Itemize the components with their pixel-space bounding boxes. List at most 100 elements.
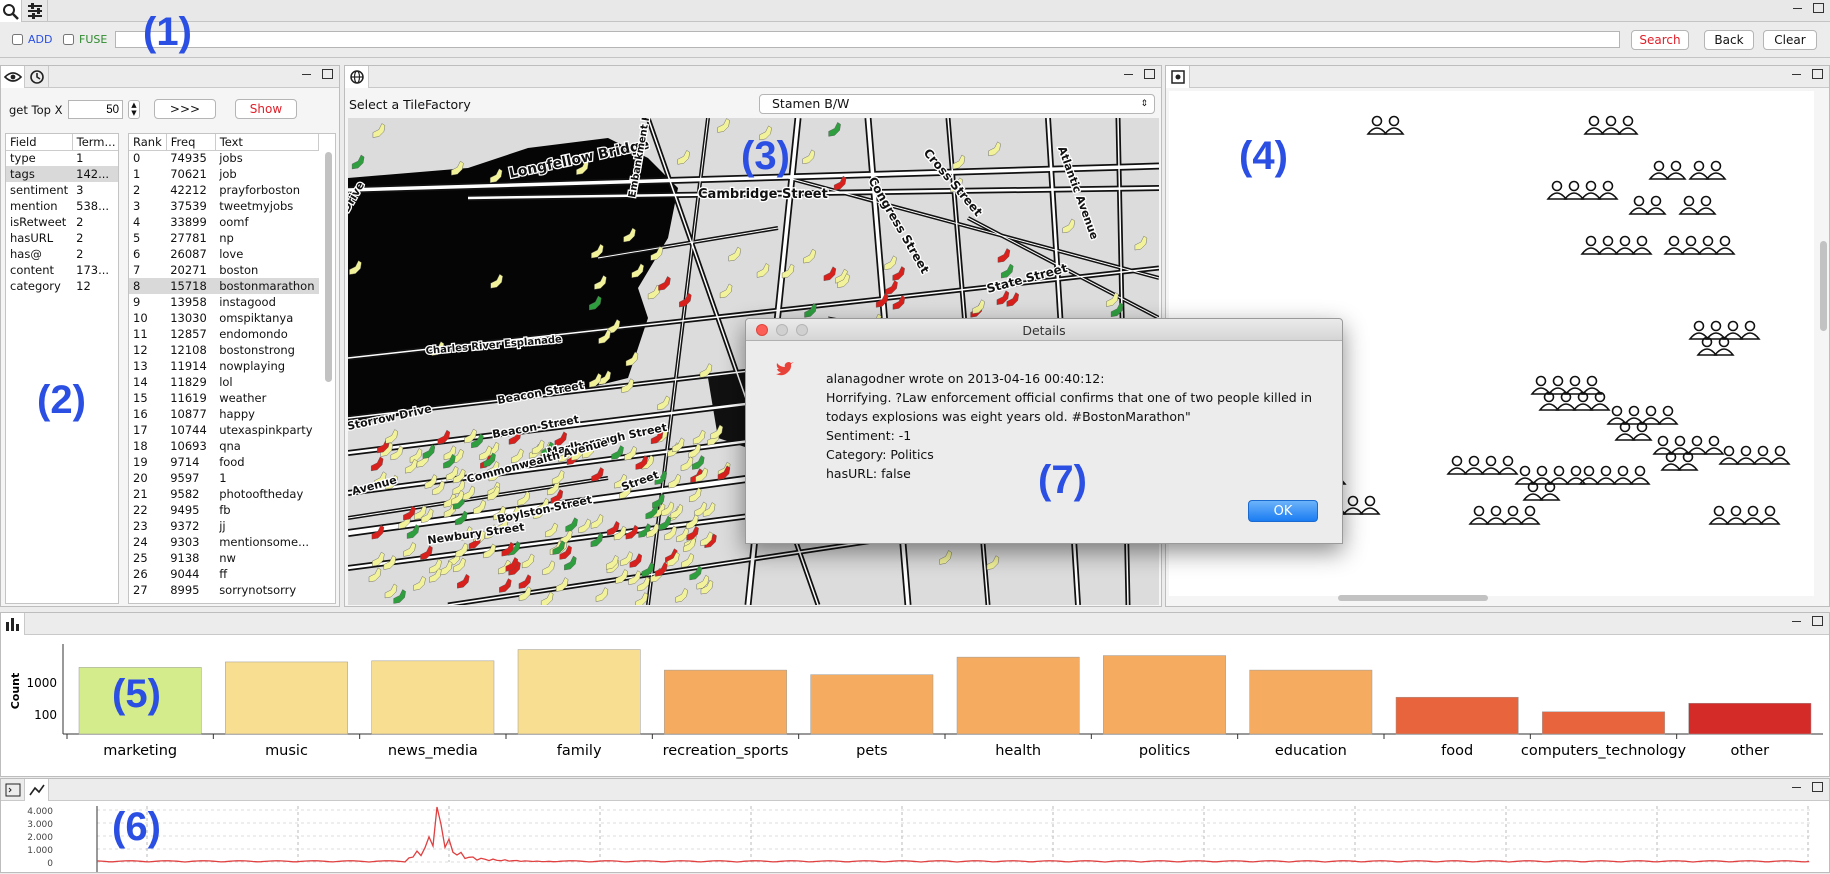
user-node-icon[interactable] — [1686, 435, 1708, 455]
user-node-icon[interactable] — [1563, 180, 1585, 200]
user-node-icon[interactable] — [1614, 235, 1636, 255]
search-input[interactable] — [115, 31, 1620, 48]
user-node-icon[interactable] — [1366, 115, 1388, 135]
user-node-icon[interactable] — [1480, 455, 1502, 475]
table-row[interactable]: tags 142... — [6, 166, 118, 182]
user-node-icon[interactable] — [1652, 435, 1674, 455]
search-button[interactable]: Search — [1631, 30, 1689, 50]
table-row[interactable]: type 1 — [6, 150, 118, 166]
table-row[interactable]: 25 9138 nw — [129, 550, 319, 566]
minimize-icon[interactable] — [1791, 782, 1802, 792]
user-node-icon[interactable] — [1713, 336, 1735, 356]
user-node-icon[interactable] — [1548, 465, 1570, 485]
fuse-checkbox[interactable] — [63, 34, 74, 45]
user-node-icon[interactable] — [1640, 405, 1662, 425]
table-row[interactable]: 1 70621 job — [129, 166, 319, 182]
top-x-stepper[interactable]: ▲ ▼ — [128, 100, 140, 119]
user-node-icon[interactable] — [1623, 405, 1645, 425]
user-node-icon[interactable] — [1722, 320, 1744, 340]
user-node-icon[interactable] — [1485, 505, 1507, 525]
col-header-freq[interactable]: Freq — [166, 134, 216, 151]
category-bar[interactable] — [1688, 702, 1812, 735]
tab-view[interactable] — [1, 66, 25, 88]
next-button[interactable]: >>> — [154, 99, 216, 119]
user-node-icon[interactable] — [1657, 405, 1679, 425]
user-node-icon[interactable] — [1580, 180, 1602, 200]
category-bar[interactable] — [1395, 696, 1519, 735]
tab-history[interactable] — [25, 66, 49, 88]
user-node-icon[interactable] — [1739, 320, 1761, 340]
user-node-icon[interactable] — [1589, 391, 1611, 411]
table-row[interactable]: 7 20271 boston — [129, 262, 319, 278]
minimize-icon[interactable] — [1791, 69, 1802, 79]
tab-map[interactable] — [345, 66, 369, 88]
table-row[interactable]: 13 11914 nowplaying — [129, 358, 319, 374]
user-node-icon[interactable] — [1742, 505, 1764, 525]
table-row[interactable]: category 12 — [6, 278, 118, 294]
user-node-icon[interactable] — [1714, 235, 1736, 255]
tab-chart[interactable] — [1, 613, 25, 635]
user-node-icon[interactable] — [1538, 391, 1560, 411]
category-bar[interactable] — [664, 669, 787, 735]
back-button[interactable]: Back — [1704, 30, 1754, 50]
minimize-icon[interactable] — [1123, 69, 1134, 79]
table-row[interactable]: 26 9044 ff — [129, 566, 319, 582]
table-row[interactable]: isRetweet 2 — [6, 214, 118, 230]
user-node-icon[interactable] — [1614, 421, 1636, 441]
table-row[interactable]: 3 37539 tweetmyjobs — [129, 198, 319, 214]
table-row[interactable]: 27 8995 sorrynotsorry — [129, 582, 319, 598]
user-node-icon[interactable] — [1759, 505, 1781, 525]
show-button[interactable]: Show — [235, 99, 297, 119]
user-node-icon[interactable] — [1769, 445, 1791, 465]
table-row[interactable]: 17 10744 utexaspinkparty — [129, 422, 319, 438]
user-node-icon[interactable] — [1547, 375, 1569, 395]
user-node-icon[interactable] — [1752, 445, 1774, 465]
user-node-icon[interactable] — [1628, 195, 1650, 215]
table-row[interactable]: sentiment 3 — [6, 182, 118, 198]
user-node-icon[interactable] — [1446, 455, 1468, 475]
user-node-icon[interactable] — [1581, 375, 1603, 395]
user-node-icon[interactable] — [1665, 160, 1687, 180]
clear-button[interactable]: Clear — [1763, 30, 1817, 50]
user-node-icon[interactable] — [1580, 235, 1602, 255]
minimize-icon[interactable] — [1792, 3, 1803, 13]
user-node-icon[interactable] — [1629, 465, 1651, 485]
table-row[interactable]: 21 9582 photooftheday — [129, 486, 319, 502]
table-row[interactable]: 5 27781 np — [129, 230, 319, 246]
user-node-icon[interactable] — [1688, 320, 1710, 340]
user-node-icon[interactable] — [1600, 115, 1622, 135]
user-node-icon[interactable] — [1597, 235, 1619, 255]
table-row[interactable]: 14 11829 lol — [129, 374, 319, 390]
user-node-icon[interactable] — [1514, 465, 1536, 485]
user-node-icon[interactable] — [1688, 160, 1710, 180]
user-node-icon[interactable] — [1705, 320, 1727, 340]
maximize-icon[interactable] — [322, 69, 333, 79]
user-node-icon[interactable] — [1680, 235, 1702, 255]
table-row[interactable]: 19 9714 food — [129, 454, 319, 470]
user-node-icon[interactable] — [1631, 235, 1653, 255]
col-header-term[interactable]: Term... — [72, 134, 118, 151]
user-node-icon[interactable] — [1708, 505, 1730, 525]
table-row[interactable]: 0 74935 jobs — [129, 150, 319, 166]
category-bar[interactable] — [371, 660, 495, 735]
maximize-icon[interactable] — [1812, 616, 1823, 626]
maximize-icon[interactable] — [1812, 69, 1823, 79]
user-node-icon[interactable] — [1697, 235, 1719, 255]
col-header-text[interactable]: Text — [215, 134, 320, 151]
user-node-icon[interactable] — [1595, 465, 1617, 485]
user-node-icon[interactable] — [1695, 195, 1717, 215]
table-row[interactable]: 6 26087 love — [129, 246, 319, 262]
network-hscrollbar[interactable] — [1338, 595, 1488, 601]
user-node-icon[interactable] — [1696, 336, 1718, 356]
table-row[interactable]: 4 33899 oomf — [129, 214, 319, 230]
user-node-icon[interactable] — [1669, 435, 1691, 455]
user-node-icon[interactable] — [1546, 180, 1568, 200]
add-checkbox[interactable] — [12, 34, 23, 45]
table-row[interactable]: 24 9303 mentionsome... — [129, 534, 319, 550]
table-row[interactable]: 16 10877 happy — [129, 406, 319, 422]
category-bar[interactable] — [517, 649, 641, 735]
user-node-icon[interactable] — [1677, 451, 1699, 471]
user-node-icon[interactable] — [1497, 455, 1519, 475]
user-node-icon[interactable] — [1539, 481, 1561, 501]
user-node-icon[interactable] — [1555, 391, 1577, 411]
